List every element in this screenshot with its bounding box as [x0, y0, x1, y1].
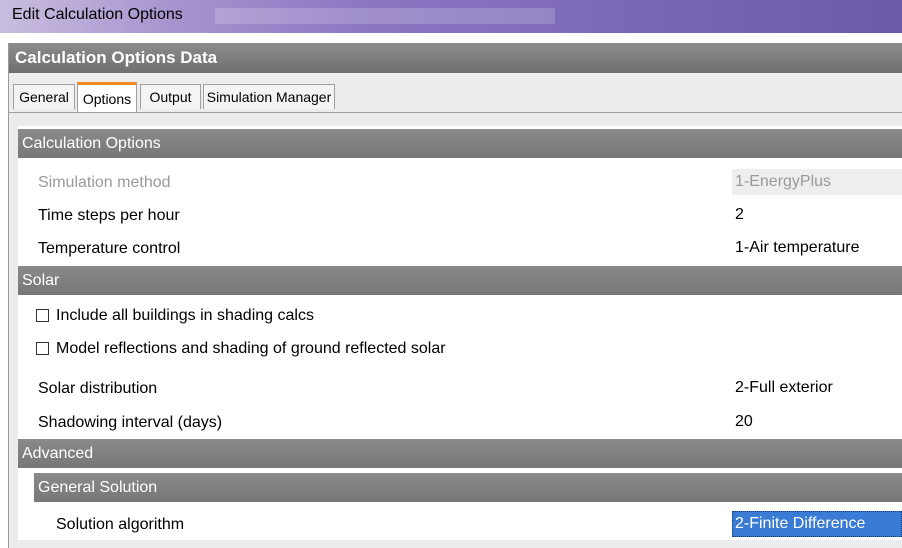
panel-header: Calculation Options Data — [9, 43, 902, 73]
section-advanced[interactable]: Advanced — [18, 439, 902, 468]
time-steps-value[interactable]: 2 — [732, 202, 902, 228]
simulation-method-label: Simulation method — [38, 174, 171, 191]
solar-distribution-label: Solar distribution — [38, 380, 158, 397]
time-steps-label: Time steps per hour — [38, 207, 180, 224]
window-title: Edit Calculation Options — [12, 6, 183, 23]
tab-strip: General Options Output Simulation Manage… — [9, 82, 902, 113]
include-all-buildings-label[interactable]: Include all buildings in shading calcs — [56, 307, 314, 325]
section-solar[interactable]: Solar — [18, 266, 902, 295]
panel-title: Calculation Options Data — [15, 48, 218, 67]
title-bar-overlay — [215, 8, 555, 24]
subsection-general-solution[interactable]: General Solution — [34, 473, 902, 502]
temperature-control-value[interactable]: 1-Air temperature — [732, 235, 902, 261]
row-solar-distribution: Solar distribution 2-Full exterior — [18, 372, 902, 404]
row-shadowing-interval: Shadowing interval (days) 20 — [18, 406, 902, 438]
row-include-all-buildings: Include all buildings in shading calcs — [18, 301, 902, 333]
options-grid: Calculation Options Simulation method 1-… — [18, 126, 902, 540]
tab-simulation-manager[interactable]: Simulation Manager — [203, 84, 335, 109]
row-temperature-control: Temperature control 1-Air temperature — [18, 232, 902, 264]
row-model-reflections: Model reflections and shading of ground … — [18, 334, 902, 366]
row-solution-algorithm: Solution algorithm 2-Finite Difference — [18, 508, 902, 540]
row-simulation-method: Simulation method 1-EnergyPlus — [18, 166, 902, 198]
simulation-method-value: 1-EnergyPlus — [732, 169, 902, 195]
model-reflections-label[interactable]: Model reflections and shading of ground … — [56, 340, 446, 358]
title-bar[interactable]: Edit Calculation Options — [0, 0, 902, 33]
tab-options[interactable]: Options — [77, 82, 137, 113]
solution-algorithm-value[interactable]: 2-Finite Difference — [732, 511, 902, 537]
solution-algorithm-label: Solution algorithm — [56, 516, 185, 533]
include-all-buildings-checkbox[interactable] — [36, 309, 49, 322]
section-calculation-options[interactable]: Calculation Options — [18, 129, 902, 158]
solar-distribution-value[interactable]: 2-Full exterior — [732, 375, 902, 401]
tab-output[interactable]: Output — [140, 84, 201, 109]
shadowing-interval-label: Shadowing interval (days) — [38, 414, 223, 431]
shadowing-interval-value[interactable]: 20 — [732, 409, 902, 435]
tab-general[interactable]: General — [13, 84, 75, 109]
row-time-steps-per-hour: Time steps per hour 2 — [18, 199, 902, 231]
model-reflections-checkbox[interactable] — [36, 342, 49, 355]
temperature-control-label: Temperature control — [38, 240, 181, 257]
tab-divider — [9, 112, 902, 113]
